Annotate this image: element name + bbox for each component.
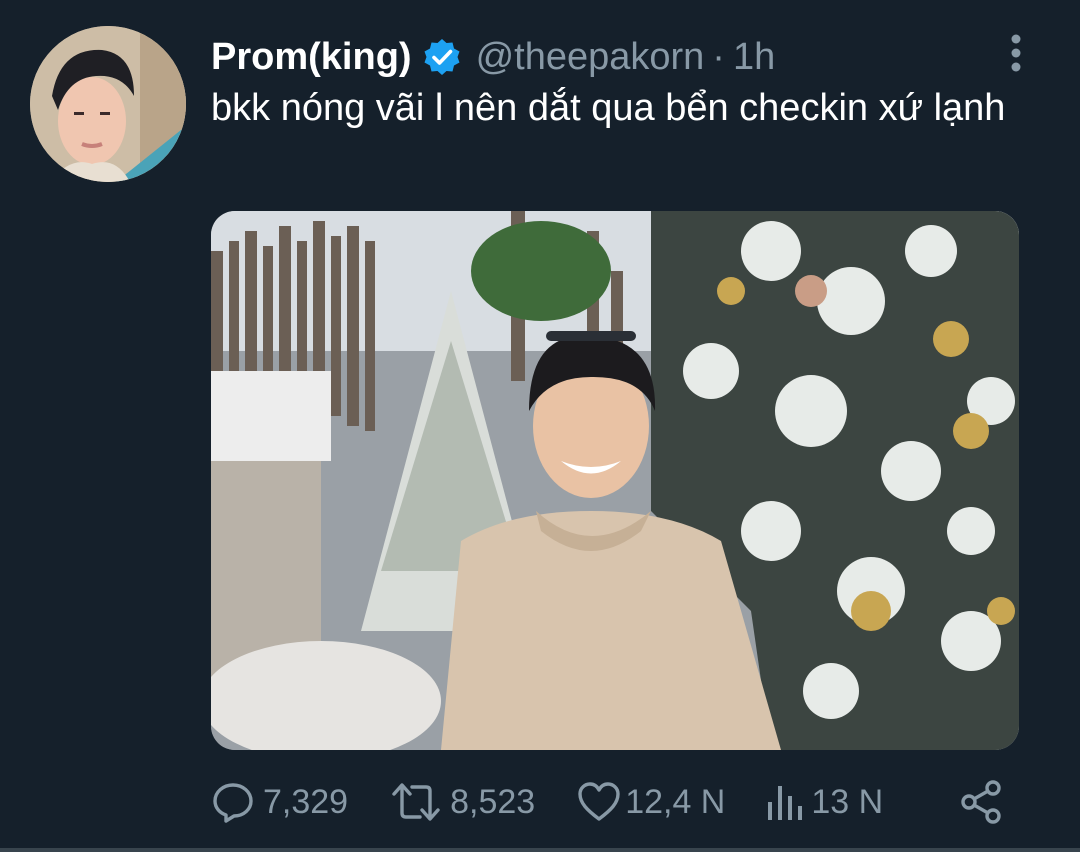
user-handle[interactable]: @theepakorn [476, 36, 705, 79]
more-options-button[interactable] [1004, 32, 1028, 76]
display-name[interactable]: Prom(king) [211, 36, 412, 79]
heart-icon [578, 782, 620, 821]
retweet-button[interactable]: 8,523 [390, 778, 535, 826]
photo-image [211, 211, 1019, 750]
reply-icon [213, 783, 253, 823]
like-count: 12,4 N [625, 782, 726, 821]
tweet-text: bkk nóng vãi l nên dắt qua bển checkin x… [211, 87, 1006, 129]
views-icon [768, 786, 803, 820]
tweet-header: Prom(king) @theepakorn · 1h [211, 30, 775, 84]
retweet-count: 8,523 [450, 782, 536, 821]
more-vertical-icon [1011, 34, 1021, 72]
tweet-actions: 7,329 8,523 12,4 N 13 N [211, 778, 883, 826]
verified-badge-icon [422, 37, 462, 77]
divider [0, 848, 1080, 852]
share-button[interactable] [957, 778, 1005, 826]
separator-dot: · [712, 35, 725, 78]
views-count: 13 N [811, 782, 884, 821]
share-icon [961, 780, 1001, 824]
retweet-icon [392, 783, 440, 821]
views-button[interactable]: 13 N [765, 778, 883, 826]
avatar-image [30, 26, 186, 182]
reply-button[interactable]: 7,329 [211, 778, 348, 826]
reply-count: 7,329 [263, 782, 349, 821]
avatar[interactable] [30, 26, 186, 182]
tweet-photo[interactable] [211, 211, 1019, 750]
like-button[interactable]: 12,4 N [577, 778, 725, 826]
tweet-timestamp[interactable]: 1h [733, 36, 775, 79]
